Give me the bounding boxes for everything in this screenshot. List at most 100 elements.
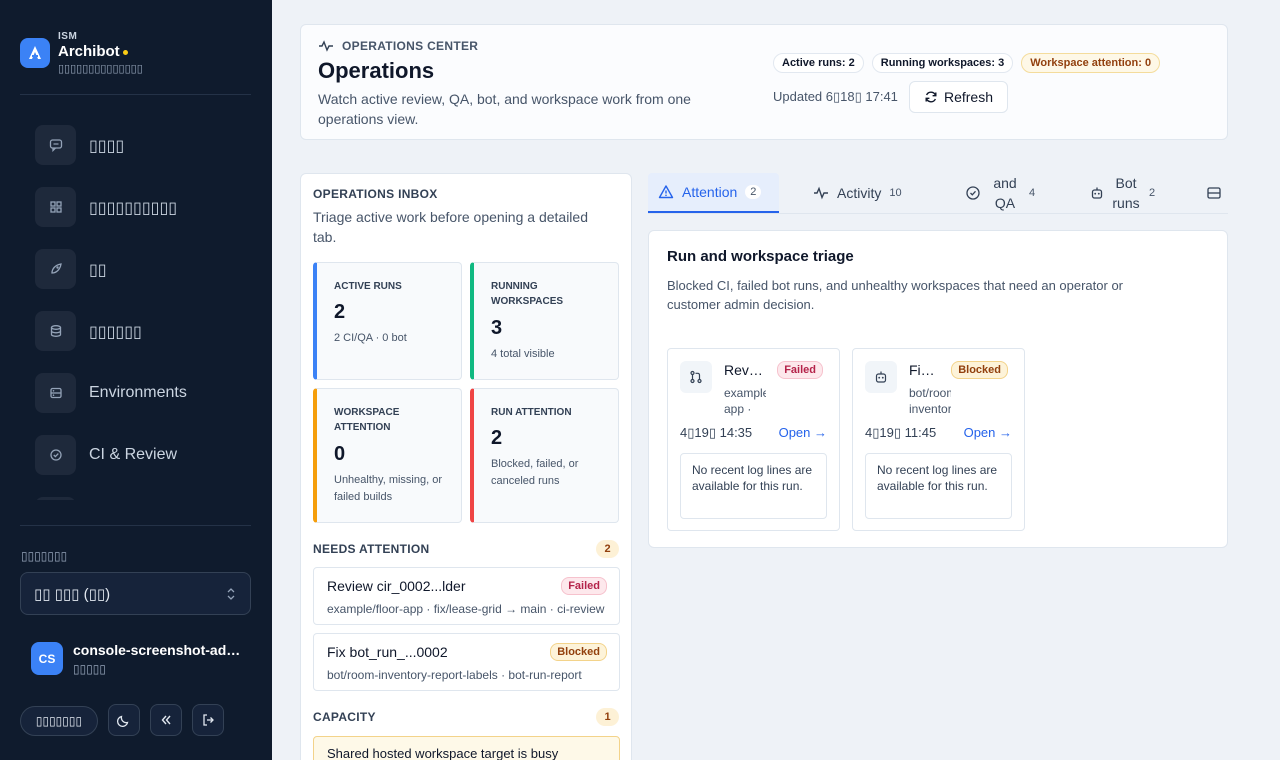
user-role: ▯▯▯▯▯ — [73, 662, 107, 676]
tab-count: 10 — [889, 187, 902, 199]
capacity-title: CAPACITY — [313, 710, 376, 724]
tab-label: Bot runs — [1112, 175, 1140, 211]
stat-note: Blocked, failed, or canceled runs — [491, 458, 579, 487]
run-title: Fix bot_run_...0002 — [909, 362, 941, 378]
workspace-label: ▯▯▯▯▯▯▯ — [21, 549, 68, 563]
theme-toggle-button[interactable] — [108, 704, 140, 736]
run-subtitle: bot/room-inventory-report-labels — [909, 386, 951, 416]
divider — [20, 525, 251, 526]
attention-item[interactable]: Fix bot_run_...0002 Blocked bot/room-inv… — [313, 633, 620, 691]
tab-attention[interactable]: Attention 2 — [648, 173, 779, 213]
nav-item-environments[interactable]: Environments — [35, 373, 245, 413]
nav-item-ci-review[interactable]: CI & Review — [35, 435, 245, 475]
logout-button[interactable] — [192, 704, 224, 736]
tab-count: 2 — [1149, 187, 1156, 199]
operations-tabs: Attention 2 Activity 10 and QA 4 Bot run… — [648, 173, 1228, 214]
sidebar-nav: ▯▯▯▯ ▯▯▯▯▯▯▯▯▯▯ ▯▯ ▯▯▯▯▯▯ Environments C… — [20, 110, 251, 500]
stat-label: RUNNING WORKSPACES — [491, 281, 564, 307]
divider — [20, 94, 251, 95]
workspace-attention-pill: Workspace attention: 0 — [1021, 53, 1161, 73]
user-name: console-screenshot-admin — [73, 642, 243, 658]
nav-label: ▯▯▯▯ — [89, 138, 125, 155]
nav-item-dashboard[interactable]: ▯▯▯▯▯▯▯▯▯▯ — [35, 187, 245, 227]
inbox-title: OPERATIONS INBOX — [313, 187, 438, 201]
running-workspaces-pill: Running workspaces: 3 — [871, 53, 1014, 73]
tab-activity[interactable]: Activity 10 — [813, 173, 933, 213]
refresh-label: Refresh — [943, 89, 994, 105]
nav-item-partial[interactable] — [35, 497, 245, 500]
attention-item-title: Fix bot_run_...0002 — [327, 644, 448, 660]
run-card[interactable]: Fix bot_run_...0002 Blocked bot/room-inv… — [852, 348, 1025, 531]
nav-icon — [35, 497, 76, 500]
page-title: Operations — [318, 58, 435, 83]
run-subtitle: example/floor-app · fix/lease-grid — [724, 386, 766, 416]
activity-icon — [814, 186, 828, 200]
run-time: 4▯19▯ 14:35 — [680, 425, 753, 440]
nav-item-data[interactable]: ▯▯▯▯▯▯ — [35, 311, 245, 351]
server-icon — [1207, 187, 1221, 199]
bot-icon — [865, 361, 897, 393]
collapse-sidebar-button[interactable] — [150, 704, 182, 736]
tab-label: and QA — [993, 175, 1017, 211]
updated-timestamp: Updated 6▯18▯ 17:41 — [773, 89, 898, 104]
eyebrow-text: OPERATIONS CENTER — [342, 39, 479, 53]
run-card[interactable]: Review cir_0002...lder Failed example/fl… — [667, 348, 840, 531]
tab-workspaces[interactable] — [1206, 173, 1228, 213]
status-pills: Active runs: 2 Running workspaces: 3 Wor… — [773, 53, 1161, 73]
alert-icon — [658, 185, 674, 199]
operations-inbox: OPERATIONS INBOX Triage active work befo… — [300, 173, 632, 760]
open-link[interactable]: Open → — [779, 425, 827, 440]
sidebar: ISM Archibot ▯▯▯▯▯▯▯▯▯▯▯▯▯▯ ▯▯▯▯ ▯▯▯▯▯▯▯… — [0, 0, 272, 760]
check-circle-icon — [35, 435, 76, 475]
git-pull-request-icon — [680, 361, 712, 393]
triage-title: Run and workspace triage — [667, 248, 854, 265]
workspace-select[interactable]: ▯▯ ▯▯▯ (▯▯) — [20, 572, 251, 615]
tab-count: 2 — [745, 185, 762, 199]
attention-item[interactable]: Review cir_0002...lder Failed example/fl… — [313, 567, 620, 625]
stat-value: 2 — [334, 301, 346, 323]
nav-item-chat[interactable]: ▯▯▯▯ — [35, 125, 245, 165]
stat-label: WORKSPACE ATTENTION — [334, 407, 400, 433]
stat-value: 0 — [334, 443, 346, 465]
active-runs-pill: Active runs: 2 — [773, 53, 864, 73]
stat-run-attention[interactable]: RUN ATTENTION 2 Blocked, failed, or canc… — [470, 388, 619, 523]
tab-bot-runs[interactable]: Bot runs 2 — [1089, 173, 1189, 213]
nav-item-deploy[interactable]: ▯▯ — [35, 249, 245, 289]
rocket-icon — [35, 249, 76, 289]
tab-count: 4 — [1029, 187, 1036, 199]
tab-label: Activity — [837, 185, 882, 201]
stat-running-workspaces[interactable]: RUNNING WORKSPACES 3 4 total visible — [470, 262, 619, 380]
check-circle-icon — [966, 186, 980, 200]
language-button[interactable]: ▯▯▯▯▯▯▯ — [20, 706, 98, 736]
capacity-warning[interactable]: Shared hosted workspace target is busy — [313, 736, 620, 760]
run-title: Review cir_0002...lder — [724, 362, 766, 378]
run-time: 4▯19▯ 11:45 — [865, 425, 937, 440]
stat-note: 2 CI/QA · 0 bot — [334, 332, 407, 344]
user-profile[interactable]: CS console-screenshot-admin ▯▯▯▯▯ — [31, 642, 246, 682]
inbox-description: Triage active work before opening a deta… — [313, 209, 588, 245]
status-dot — [122, 49, 128, 55]
status-badge: Blocked — [550, 643, 607, 661]
status-badge: Failed — [561, 577, 607, 595]
nav-label: ▯▯▯▯▯▯ — [89, 324, 142, 341]
stat-note: Unhealthy, missing, or failed builds — [334, 474, 443, 503]
run-log: No recent log lines are available for th… — [680, 453, 827, 519]
refresh-button[interactable]: Refresh — [909, 81, 1008, 113]
stat-active-runs[interactable]: ACTIVE RUNS 2 2 CI/QA · 0 bot — [313, 262, 462, 380]
nav-label: Environments — [89, 384, 187, 401]
refresh-icon — [925, 91, 937, 103]
status-badge: Blocked — [951, 361, 1008, 379]
database-icon — [35, 311, 76, 351]
open-link[interactable]: Open → — [964, 425, 1012, 440]
needs-attention-title: NEEDS ATTENTION — [313, 542, 430, 556]
attention-item-title: Review cir_0002...lder — [327, 578, 466, 594]
server-icon — [35, 373, 76, 413]
brand-name: Archibot — [58, 43, 128, 60]
chevrons-left-icon — [161, 715, 171, 725]
chevron-updown-icon — [226, 586, 236, 602]
avatar: CS — [31, 642, 63, 675]
eyebrow: OPERATIONS CENTER — [318, 39, 478, 53]
attention-item-subtitle: example/floor-app · fix/lease-grid → mai… — [327, 602, 605, 616]
stat-workspace-attention[interactable]: WORKSPACE ATTENTION 0 Unhealthy, missing… — [313, 388, 462, 523]
tab-ci-qa[interactable]: and QA 4 — [965, 173, 1065, 213]
